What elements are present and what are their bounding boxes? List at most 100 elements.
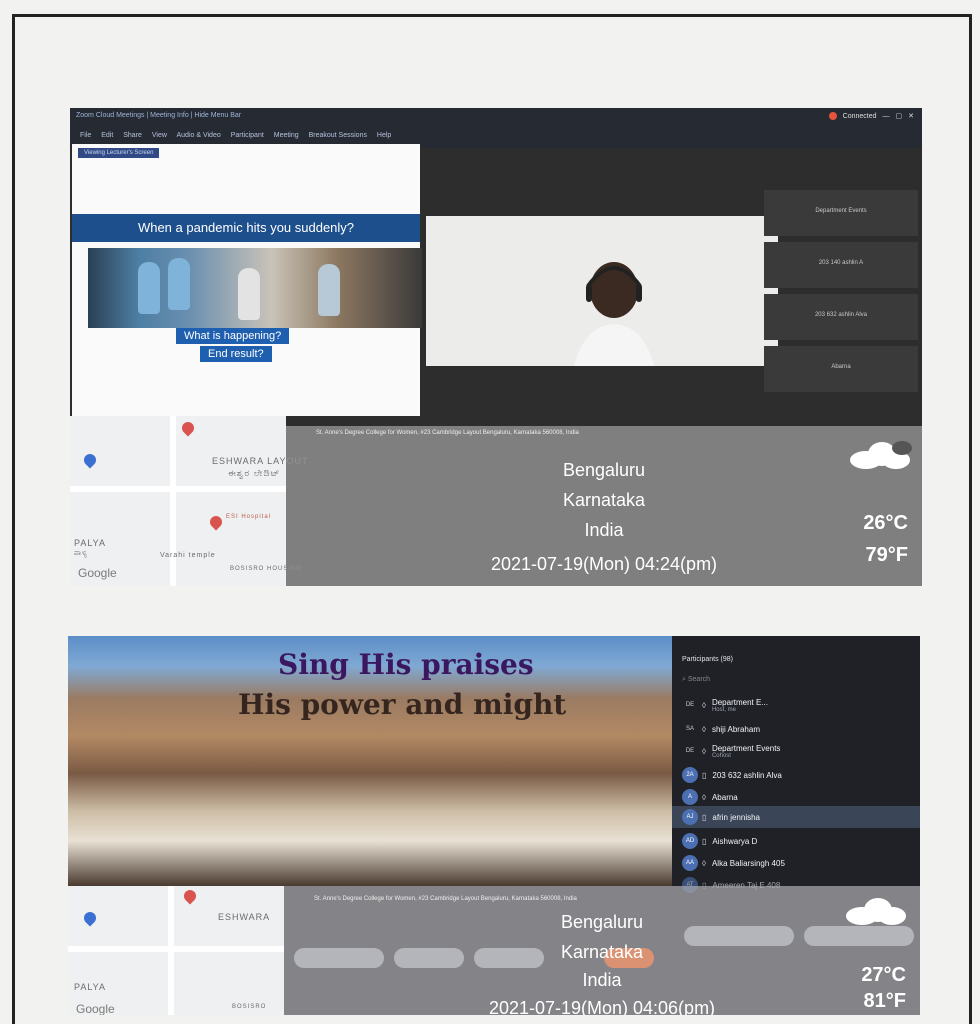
map-area-local: ಈಶ್ವರ ಲೇಔಟ್ [228, 468, 281, 478]
zoom-menubar: File Edit Share View Audio & Video Parti… [80, 132, 399, 139]
participants-panel: Participants (98) ⌕ Search DE ◊ Departme… [672, 636, 920, 893]
map-area-label: PALYA [74, 538, 107, 548]
thumbnail-tile[interactable]: 203 140 ashlin A [764, 242, 918, 288]
participant-row-highlighted[interactable]: AJ ▯ afrin jennisha [672, 806, 920, 828]
thumbnail-tile[interactable]: Abarna [764, 346, 918, 392]
shared-slide: Viewing Lecturer's Screen When a pandemi… [72, 144, 422, 416]
map-pin-icon [181, 887, 199, 905]
cloud-icon [846, 898, 906, 925]
slide-banner: When a pandemic hits you suddenly? [72, 214, 420, 242]
map-pin-icon [179, 419, 197, 437]
participant-avatar: AA [682, 855, 698, 871]
participant-row[interactable]: AA ◊ Alka Baliarsingh 405 [682, 852, 912, 874]
participants-search[interactable]: ⌕ Search [682, 676, 710, 684]
participant-name: 203 632 ashlin Alva [712, 770, 782, 780]
speaker-avatar [574, 262, 654, 366]
slide-title: Sing His praises [278, 648, 534, 681]
screenshot-bottom: Sing His praises His power and might Par… [68, 636, 920, 1015]
ppe-figure [238, 268, 260, 320]
map-pin-icon [207, 513, 225, 531]
record-icon [828, 112, 837, 120]
maximize-icon[interactable]: ▢ [896, 112, 903, 120]
participant-name: Abarna [711, 792, 738, 802]
geo-datetime: 2021-07-19(Mon) 04:24(pm) [490, 554, 718, 574]
temperature-fahrenheit: 81°F [863, 990, 906, 1012]
menu-file[interactable]: File [80, 132, 91, 139]
menu-share[interactable]: Share [123, 132, 142, 139]
geo-address: St. Anne's Degree College for Women, #23… [314, 896, 577, 902]
participant-row[interactable]: 2A ▯ 203 632 ashlin Alva [682, 764, 912, 786]
map-road [68, 946, 284, 952]
participant-role: Cohost [711, 752, 731, 759]
thumbnail-tile[interactable]: 203 632 ashlin Alva [764, 294, 918, 340]
participant-name: Aishwarya D [712, 836, 758, 846]
zoom-window-header: Zoom Cloud Meetings | Meeting Info | Hid… [70, 108, 922, 148]
participant-avatar: AJ [682, 809, 698, 825]
map-area-local: ಪಾಳ್ಯ [74, 550, 88, 557]
map-pin-icon [81, 909, 99, 927]
participant-name: shiji Abraham [711, 724, 760, 734]
geo-city: Bengaluru [560, 912, 644, 932]
menu-breakout[interactable]: Breakout Sessions [309, 132, 367, 139]
temperature-celsius: 27°C [861, 964, 906, 986]
participant-avatar: SA [685, 726, 694, 732]
mic-muted-icon: ▯ [702, 770, 707, 780]
participant-row[interactable]: DE ◊ Department E... Host, me [682, 694, 912, 716]
location-map: ESHWARA LAYOUT ಈಶ್ವರ ಲೇಔಟ್ ESI Hospital … [70, 416, 308, 586]
mic-muted-icon: ▯ [702, 836, 707, 846]
map-place: Varahi temple [160, 552, 216, 559]
slide-subtitle: His power and might [238, 688, 567, 721]
participant-row[interactable]: SA ◊ shiji Abraham [682, 718, 912, 740]
window-controls: Connected — ▢ ✕ [828, 112, 914, 120]
ppe-figure [138, 262, 160, 314]
temperature-fahrenheit: 79°F [865, 544, 908, 566]
participant-row[interactable]: DE ◊ Department Events Cohost [682, 740, 912, 762]
menu-meeting[interactable]: Meeting [274, 132, 299, 139]
participant-name: afrin jennisha [712, 812, 760, 822]
participant-row[interactable]: A ◊ Abarna [682, 786, 912, 808]
map-area-label: PALYA [74, 982, 107, 992]
question-what: What is happening? [176, 328, 290, 344]
mic-icon: ◊ [702, 700, 706, 710]
mic-icon: ◊ [702, 746, 706, 756]
question-end: End result? [200, 346, 272, 362]
participant-avatar: AD [682, 833, 698, 849]
participant-avatar: 2A [682, 767, 698, 783]
geo-country: India [582, 970, 622, 990]
participant-avatar: DE [685, 702, 695, 708]
close-icon[interactable]: ✕ [908, 112, 914, 120]
screenshot-top: Zoom Cloud Meetings | Meeting Info | Hid… [70, 108, 922, 586]
ppe-figure [318, 264, 340, 316]
mic-icon: ◊ [702, 858, 706, 868]
geo-overlay: St. Anne's Degree College for Women, #23… [286, 426, 922, 586]
geo-country: India [584, 520, 624, 540]
google-logo: Google [76, 1002, 115, 1015]
map-place: ESI Hospital [226, 514, 272, 520]
speaker-video [426, 216, 778, 366]
participant-role: Host, me [711, 706, 736, 713]
location-map: ESHWARA PALYA BOSISRO Google [68, 886, 284, 1015]
menu-help[interactable]: Help [377, 132, 391, 139]
map-area-label: ESHWARA [218, 912, 271, 922]
geo-datetime: 2021-07-19(Mon) 04:06(pm) [488, 998, 716, 1015]
thumbnail-tile[interactable]: Department Events [764, 190, 918, 236]
geo-city: Bengaluru [562, 460, 646, 480]
participant-thumbnails: Department Events 203 140 ashlin A 203 6… [764, 190, 918, 398]
participant-name: Alka Baliarsingh 405 [711, 858, 785, 868]
geo-state: Karnataka [560, 942, 644, 962]
minimize-icon[interactable]: — [883, 113, 890, 120]
participant-row[interactable]: AD ▯ Aishwarya D [682, 830, 912, 852]
mic-muted-icon: ▯ [702, 812, 707, 822]
map-road [70, 486, 286, 492]
geo-address: St. Anne's Degree College for Women, #23… [316, 430, 579, 436]
menu-edit[interactable]: Edit [101, 132, 113, 139]
participant-avatar: DE [685, 748, 695, 754]
menu-participant[interactable]: Participant [231, 132, 264, 139]
slide-photo [88, 248, 422, 328]
menu-view[interactable]: View [152, 132, 167, 139]
menu-audio-video[interactable]: Audio & Video [177, 132, 221, 139]
map-pin-icon [81, 451, 99, 469]
cloud-icon [850, 441, 912, 469]
mic-icon: ◊ [702, 724, 706, 734]
presenter-tag: Viewing Lecturer's Screen [78, 148, 160, 158]
